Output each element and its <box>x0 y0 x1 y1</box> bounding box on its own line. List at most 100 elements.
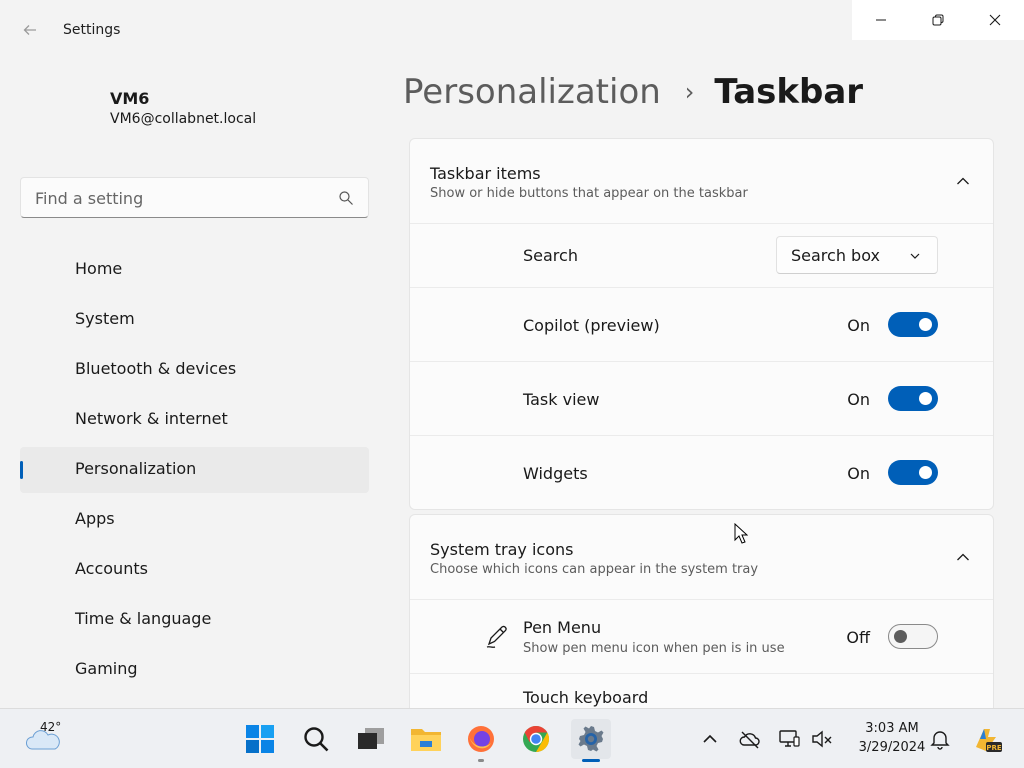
task-view-row: Task view On <box>410 362 993 436</box>
search-box <box>20 177 369 218</box>
task-view-icon <box>358 728 384 749</box>
start-icon <box>246 725 274 753</box>
toggle-state-label: On <box>847 464 870 483</box>
section-title: Taskbar items <box>430 164 541 183</box>
nav-item-gaming[interactable]: Gaming <box>20 647 369 693</box>
section-title: System tray icons <box>430 540 574 559</box>
toggle-state-label: Off <box>846 628 870 647</box>
row-label: Widgets <box>523 464 588 483</box>
nav-item-home[interactable]: Home <box>20 247 369 293</box>
nav-item-system[interactable]: System <box>20 297 369 343</box>
taskbar-search-button[interactable] <box>296 719 336 759</box>
chevron-up-icon[interactable] <box>955 549 971 565</box>
search-row: Search Search box <box>410 224 993 288</box>
svg-text:PRE: PRE <box>986 744 1002 752</box>
app-title: Settings <box>63 22 121 38</box>
back-button[interactable] <box>14 14 46 46</box>
mouse-cursor-icon <box>734 523 748 544</box>
nav-item-personalization[interactable]: Personalization <box>20 447 369 493</box>
search-input[interactable] <box>33 186 333 210</box>
chevron-down-icon <box>910 253 920 259</box>
pen-icon <box>486 625 507 648</box>
restore-button[interactable] <box>909 0 966 40</box>
task-view-toggle[interactable] <box>888 386 938 411</box>
nav-item-bluetooth-devices[interactable]: Bluetooth & devices <box>20 347 369 393</box>
firefox-icon <box>468 726 494 752</box>
copilot-preview-icon[interactable]: PRE <box>970 723 1002 755</box>
speaker-muted-icon[interactable] <box>810 727 834 751</box>
widgets-row: Widgets On <box>410 436 993 509</box>
profile-email: VM6@collabnet.local <box>110 111 257 127</box>
toggle-knob <box>894 630 907 643</box>
toggle-state-label: On <box>847 316 870 335</box>
nav-item-time-language[interactable]: Time & language <box>20 597 369 643</box>
search-icon[interactable] <box>338 190 354 206</box>
widgets-toggle[interactable] <box>888 460 938 485</box>
cloud-offline-icon[interactable] <box>738 727 762 751</box>
copilot-toggle[interactable] <box>888 312 938 337</box>
nav-item-label: Bluetooth & devices <box>75 359 237 378</box>
title-bar: Settings <box>0 0 1024 44</box>
taskbar-items-header[interactable]: Taskbar items Show or hide buttons that … <box>410 139 993 224</box>
settings-icon <box>578 726 604 752</box>
weather-temperature: 42° <box>40 720 62 734</box>
taskbar: 42° 3:03 AM 3/29/2024 PRE <box>0 708 1024 768</box>
close-icon <box>989 14 1000 26</box>
display-icon[interactable] <box>777 727 801 751</box>
toggle-state-label: On <box>847 390 870 409</box>
search-icon <box>304 727 329 752</box>
start-button[interactable] <box>240 719 280 759</box>
selected-indicator <box>20 461 23 479</box>
page-title: Taskbar <box>714 72 864 112</box>
toggle-knob <box>919 466 932 479</box>
notification-bell-icon[interactable] <box>928 727 952 751</box>
nav-item-label: Network & internet <box>75 409 228 428</box>
minimize-button[interactable] <box>852 0 909 40</box>
restore-icon <box>932 14 943 26</box>
system-tray-card: System tray icons Choose which icons can… <box>409 514 994 708</box>
row-label: Task view <box>523 390 600 409</box>
row-label: Search <box>523 246 578 265</box>
taskbar-items-card: Taskbar items Show or hide buttons that … <box>409 138 994 510</box>
nav-item-label: Gaming <box>75 659 138 678</box>
close-button[interactable] <box>966 0 1023 40</box>
window-controls <box>852 0 1024 40</box>
task-view-button[interactable] <box>351 719 391 759</box>
firefox-button[interactable] <box>461 719 501 762</box>
active-indicator <box>582 759 600 762</box>
dropdown-value: Search box <box>791 246 880 265</box>
settings-app-button[interactable] <box>571 719 611 762</box>
chevron-up-icon[interactable] <box>955 173 971 189</box>
nav-item-label: Time & language <box>75 609 212 628</box>
touch-keyboard-row: Touch keyboard <box>410 674 993 708</box>
chevron-up-icon[interactable] <box>698 727 722 751</box>
arrow-left-icon <box>23 25 36 35</box>
nav-item-label: Home <box>75 259 123 278</box>
file-explorer-button[interactable] <box>406 719 446 759</box>
row-label: Pen Menu <box>523 618 602 637</box>
nav-item-label: Accounts <box>75 559 148 578</box>
nav-item-apps[interactable]: Apps <box>20 497 369 543</box>
row-label: Touch keyboard <box>523 688 649 707</box>
running-indicator <box>478 759 484 762</box>
file-explorer-icon <box>411 729 441 751</box>
row-label: Copilot (preview) <box>523 316 660 335</box>
nav-item-network-internet[interactable]: Network & internet <box>20 397 369 443</box>
minimize-icon <box>875 19 886 21</box>
breadcrumb-parent[interactable]: Personalization <box>403 72 661 112</box>
nav-item-label: System <box>75 309 135 328</box>
chrome-icon <box>523 725 550 753</box>
settings-window: Settings VM6 VM6@collabnet.local Home Sy… <box>0 0 1024 708</box>
nav-item-accounts[interactable]: Accounts <box>20 547 369 593</box>
profile-name: VM6 <box>110 89 150 108</box>
section-description: Show or hide buttons that appear on the … <box>430 186 748 201</box>
search-mode-dropdown[interactable]: Search box <box>776 236 938 274</box>
nav-item-label: Apps <box>75 509 115 528</box>
chevron-right-icon: › <box>684 78 695 106</box>
pen-menu-toggle[interactable] <box>888 624 938 649</box>
system-tray-header[interactable]: System tray icons Choose which icons can… <box>410 515 993 600</box>
nav-sidebar: Home System Bluetooth & devices Network … <box>20 247 369 697</box>
section-description: Choose which icons can appear in the sys… <box>430 562 759 577</box>
copilot-row: Copilot (preview) On <box>410 288 993 362</box>
chrome-button[interactable] <box>516 719 556 759</box>
